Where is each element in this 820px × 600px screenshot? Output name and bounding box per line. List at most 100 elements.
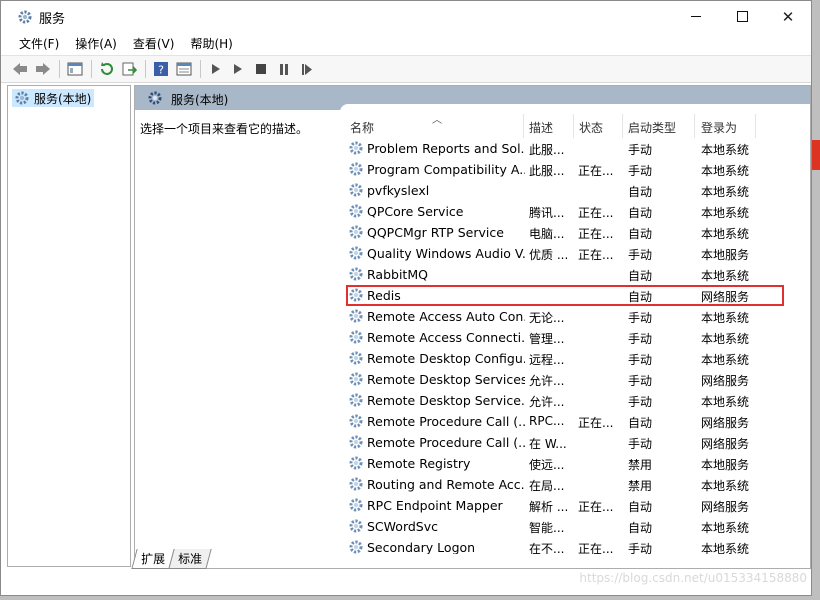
table-row[interactable]: Remote Desktop Services 允许... 手动 网络服务 (340, 369, 792, 390)
service-startup-type: 禁用 (628, 479, 653, 493)
service-log-on-as: 本地系统 (701, 164, 750, 178)
restart-service-button[interactable] (298, 60, 316, 78)
table-row[interactable]: Secondary Logon 在不... 正在... 手动 本地系统 (340, 537, 792, 554)
service-log-on-as: 网络服务 (701, 416, 750, 430)
service-startup-type: 手动 (628, 395, 653, 409)
column-header-log-on-as[interactable]: 登录为 (701, 119, 737, 136)
table-row[interactable]: Routing and Remote Acc... 在局... 禁用 本地系统 (340, 474, 792, 495)
svg-text:?: ? (158, 64, 164, 77)
service-description: 允许... (529, 374, 565, 388)
background-window-strip (812, 140, 820, 170)
table-row[interactable]: Problem Reports and Sol... 此服... 手动 本地系统 (340, 138, 792, 159)
column-header-description[interactable]: 描述 (529, 119, 553, 136)
pane-title: 服务(本地) (171, 93, 229, 107)
service-gear-icon (348, 140, 364, 156)
service-description: 管理... (529, 332, 565, 346)
service-gear-icon (348, 392, 364, 408)
table-row[interactable]: Remote Desktop Configu... 远程... 手动 本地系统 (340, 348, 792, 369)
service-log-on-as: 本地系统 (701, 542, 750, 554)
pause-service-button[interactable] (275, 60, 293, 78)
stop-service-button[interactable] (252, 60, 270, 78)
service-name: Problem Reports and Sol... (367, 141, 525, 156)
service-startup-type: 手动 (628, 437, 653, 451)
service-startup-type: 手动 (628, 311, 653, 325)
back-icon (13, 63, 27, 75)
service-name: Remote Procedure Call (... (367, 414, 525, 429)
tab-extended-label: 扩展 (141, 552, 166, 566)
tab-standard[interactable]: 标准 (168, 549, 212, 569)
service-log-on-as: 本地系统 (701, 269, 750, 283)
forward-icon (36, 63, 50, 75)
start-service-icon (212, 64, 220, 74)
forward-button[interactable] (34, 60, 52, 78)
column-header-name[interactable]: 名称 (350, 119, 374, 136)
service-log-on-as: 本地系统 (701, 521, 750, 535)
title-bar[interactable]: 服务 ✕ (1, 1, 811, 32)
services-gear-icon (148, 91, 162, 105)
table-row[interactable]: SCWordSvc 智能... 自动 本地系统 (340, 516, 792, 537)
table-row[interactable]: QPCore Service 腾讯... 正在... 自动 本地系统 (340, 201, 792, 222)
properties-icon (176, 62, 192, 76)
table-row[interactable]: RPC Endpoint Mapper 解析 ... 正在... 自动 网络服务 (340, 495, 792, 516)
service-description: 解析 ... (529, 500, 569, 514)
table-row[interactable]: Program Compatibility A... 此服... 正在... 手动 本地… (340, 159, 792, 180)
service-name: Remote Access Auto Con... (367, 309, 525, 324)
console-tree-button[interactable] (66, 60, 84, 78)
maximize-button[interactable] (719, 1, 765, 32)
start-service-alt-button[interactable] (229, 60, 247, 78)
table-row[interactable]: Remote Procedure Call (... 在 W... 手动 网络服务 (340, 432, 792, 453)
column-header-status[interactable]: 状态 (579, 119, 603, 136)
service-name: Routing and Remote Acc... (367, 477, 525, 492)
table-row[interactable]: QQPCMgr RTP Service 电脑... 正在... 自动 本地系统 (340, 222, 792, 243)
service-gear-icon (348, 308, 364, 324)
service-gear-icon (348, 413, 364, 429)
tree-node-services-local[interactable]: 服务(本地) (12, 89, 95, 107)
watermark: https://blog.csdn.net/u015334158880 (579, 571, 807, 585)
services-list: ︿ 名称 描述 状态 启动类型 登录为 Problem Reports and … (340, 104, 810, 554)
service-name: QQPCMgr RTP Service (367, 225, 504, 240)
service-name: RPC Endpoint Mapper (367, 498, 503, 513)
service-log-on-as: 本地系统 (701, 395, 750, 409)
maximize-icon (736, 11, 748, 22)
table-row[interactable]: RabbitMQ 自动 本地系统 (340, 264, 792, 285)
export-list-icon (122, 62, 137, 76)
service-log-on-as: 本地系统 (701, 185, 750, 199)
refresh-button[interactable] (98, 60, 116, 78)
export-list-button[interactable] (120, 60, 138, 78)
minimize-button[interactable] (673, 1, 719, 32)
service-name: QPCore Service (367, 204, 464, 219)
table-row[interactable]: pvfkyslexl 自动 本地系统 (340, 180, 792, 201)
service-status: 正在... (578, 206, 614, 220)
properties-button[interactable] (175, 60, 193, 78)
help-button[interactable]: ? (152, 60, 170, 78)
service-status: 正在... (578, 164, 614, 178)
menu-action[interactable]: 操作(A) (67, 35, 125, 52)
service-startup-type: 自动 (628, 500, 653, 514)
menu-bar: 文件(F) 操作(A) 查看(V) 帮助(H) (1, 32, 811, 54)
menu-file[interactable]: 文件(F) (11, 35, 67, 52)
service-gear-icon (348, 245, 364, 261)
service-log-on-as: 本地系统 (701, 479, 750, 493)
service-startup-type: 自动 (628, 227, 653, 241)
menu-help[interactable]: 帮助(H) (182, 35, 240, 52)
service-gear-icon (348, 266, 364, 282)
sort-ascending-icon: ︿ (432, 115, 442, 126)
service-description: 允许... (529, 395, 565, 409)
table-row[interactable]: Quality Windows Audio V... 优质 ... 正在... 手动 本… (340, 243, 792, 264)
table-row[interactable]: Remote Desktop Service... 允许... 手动 本地系统 (340, 390, 792, 411)
start-service-button[interactable] (207, 60, 225, 78)
menu-view[interactable]: 查看(V) (125, 35, 183, 52)
back-button[interactable] (11, 60, 29, 78)
service-name: Remote Desktop Service... (367, 393, 525, 408)
service-log-on-as: 网络服务 (701, 437, 750, 451)
tab-standard-label: 标准 (178, 552, 203, 566)
table-row[interactable]: Remote Access Connecti... 管理... 手动 本地系统 (340, 327, 792, 348)
table-row[interactable]: Remote Access Auto Con... 无论... 手动 本地系统 (340, 306, 792, 327)
close-button[interactable]: ✕ (765, 1, 811, 32)
table-row[interactable]: Remote Procedure Call (... RPC... 正在... 自动 网… (340, 411, 792, 432)
table-row[interactable]: Redis 自动 网络服务 (340, 285, 792, 306)
service-description: 智能... (529, 521, 565, 535)
table-row[interactable]: Remote Registry 使远... 禁用 本地服务 (340, 453, 792, 474)
column-header-startup-type[interactable]: 启动类型 (628, 119, 676, 136)
service-description: 此服... (529, 143, 565, 157)
